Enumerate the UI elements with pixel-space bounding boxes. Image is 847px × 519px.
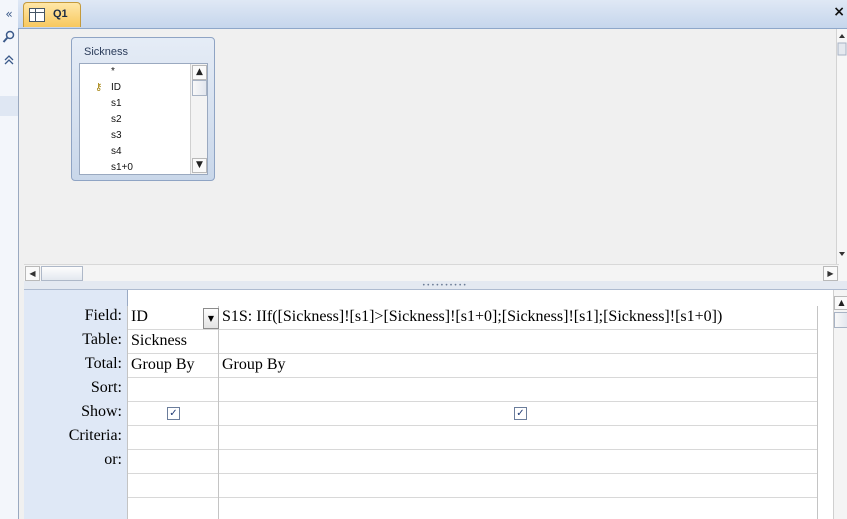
scroll-up-arrow-icon[interactable]: ▲: [834, 296, 847, 310]
tab-label: Q1: [53, 8, 68, 20]
show-checkbox-2[interactable]: ✓: [514, 407, 527, 420]
row-label-table: Table:: [82, 331, 122, 348]
scroll-down-arrow-icon[interactable]: ▼: [192, 158, 207, 173]
scroll-thumb[interactable]: [192, 80, 207, 96]
close-icon[interactable]: ×: [833, 4, 845, 20]
field-list[interactable]: * ⚷ ID s1 s2 s3 s4 s1+0 ▲ ▼: [79, 63, 208, 175]
field-dropdown-icon[interactable]: ▼: [203, 308, 219, 329]
row-label-field: Field:: [84, 307, 122, 324]
cell-table-1[interactable]: Sickness: [131, 332, 187, 350]
row-label-or: or:: [104, 451, 122, 468]
scroll-up-arrow-icon[interactable]: ▲: [192, 65, 207, 80]
nav-selected-item[interactable]: [0, 96, 18, 116]
cell-field-2[interactable]: S1S: IIf([Sickness]![s1]>[Sickness]![s1+…: [222, 308, 722, 326]
collapse-nav-icon[interactable]: «: [0, 4, 18, 24]
table-window-sickness[interactable]: Sickness * ⚷ ID s1 s2 s3 s4 s1+0 ▲ ▼: [71, 37, 215, 181]
splitter-grip-icon: ••••••••••: [422, 282, 468, 289]
cell-total-2[interactable]: Group By: [222, 356, 286, 374]
query-grid[interactable]: ID ▼ Sickness Group By ✓ S1S: IIf([Sickn…: [127, 306, 818, 519]
scroll-thumb[interactable]: [834, 312, 847, 328]
field-list-scrollbar[interactable]: ▲ ▼: [190, 64, 207, 174]
document-tab-bar: Q1 ×: [18, 0, 847, 29]
up-chevrons-icon[interactable]: [0, 50, 18, 70]
field-item[interactable]: s4: [111, 146, 122, 157]
table-area-vertical-scrollbar[interactable]: [836, 29, 847, 281]
scroll-thumb[interactable]: [41, 266, 83, 281]
search-icon[interactable]: [0, 27, 18, 47]
design-grid: Field: Table: Total: Sort: Show: Criteri…: [24, 290, 847, 519]
field-item[interactable]: s1: [111, 98, 122, 109]
tab-q1[interactable]: Q1: [23, 2, 81, 27]
table-area-horizontal-scrollbar[interactable]: ◀ ▶: [24, 264, 839, 281]
grid-vertical-scrollbar[interactable]: ▲: [833, 290, 847, 519]
scroll-left-arrow-icon[interactable]: ◀: [25, 266, 40, 281]
field-item[interactable]: *: [111, 66, 115, 77]
query-icon: [29, 8, 45, 22]
row-label-show: Show:: [81, 403, 122, 420]
field-item[interactable]: s3: [111, 130, 122, 141]
pane-splitter[interactable]: ••••••••••: [24, 281, 847, 290]
field-item[interactable]: ID: [111, 82, 121, 93]
field-item[interactable]: s1+0: [111, 162, 133, 173]
row-labels-panel: Field: Table: Total: Sort: Show: Criteri…: [24, 290, 128, 519]
row-label-total: Total:: [84, 355, 122, 372]
navigation-pane-collapsed: «: [0, 0, 19, 519]
cell-total-1[interactable]: Group By: [131, 356, 195, 374]
cell-field-1[interactable]: ID: [131, 308, 148, 326]
primary-key-icon: ⚷: [95, 82, 103, 93]
show-checkbox-1[interactable]: ✓: [167, 407, 180, 420]
row-label-criteria: Criteria:: [68, 427, 122, 444]
field-item[interactable]: s2: [111, 114, 122, 125]
table-window-title: Sickness: [84, 46, 129, 58]
row-label-sort: Sort:: [90, 379, 122, 396]
scroll-right-arrow-icon[interactable]: ▶: [823, 266, 838, 281]
